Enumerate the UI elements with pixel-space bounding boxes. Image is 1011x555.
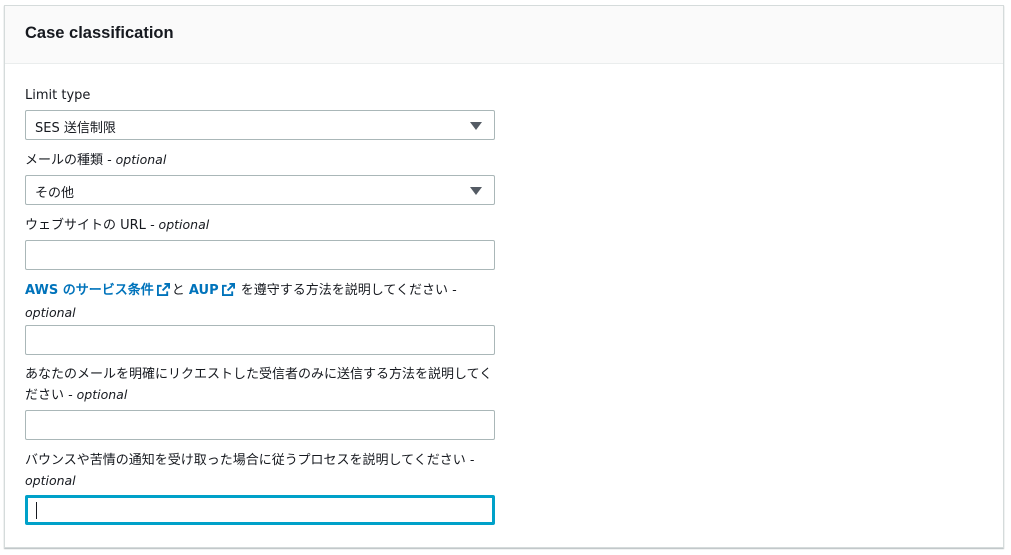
- recipients-label: あなたのメールを明確にリクエストした受信者のみに送信する方法を説明してください …: [25, 365, 495, 406]
- caret-down-icon: [470, 187, 482, 195]
- bounce-label-text: バウンスや苦情の通知を受け取った場合に従うプロセスを説明してください: [25, 453, 466, 468]
- mail-type-label-text: メールの種類: [25, 153, 104, 168]
- aws-service-terms-link[interactable]: AWS のサービス条件: [25, 283, 154, 298]
- limit-type-label-text: Limit type: [25, 88, 91, 103]
- aup-conj: と: [171, 283, 185, 298]
- website-url-input[interactable]: [25, 240, 495, 270]
- limit-type-select[interactable]: SES 送信制限: [25, 110, 495, 140]
- recipients-input[interactable]: [25, 410, 495, 440]
- optional-tag: - optional: [150, 217, 210, 232]
- panel-title: Case classification: [25, 23, 174, 42]
- mail-type-value: その他: [35, 186, 75, 201]
- website-url-label-text: ウェブサイトの URL: [25, 218, 146, 233]
- bounce-label: バウンスや苦情の通知を受け取った場合に従うプロセスを説明してください - opt…: [25, 450, 495, 492]
- panel-header: Case classification: [5, 6, 1003, 64]
- bounce-input[interactable]: [25, 495, 495, 525]
- aup-label-text: を遵守する方法を説明してください: [240, 283, 448, 298]
- aup-label: AWS のサービス条件と AUP を遵守する方法を説明してください - opti…: [25, 280, 495, 324]
- optional-tag: - optional: [68, 387, 128, 402]
- aup-input[interactable]: [25, 325, 495, 355]
- text-cursor: [36, 502, 37, 519]
- limit-type-label: Limit type: [25, 86, 495, 106]
- website-url-label: ウェブサイトの URL - optional: [25, 215, 495, 236]
- caret-down-icon: [470, 122, 482, 130]
- aup-link[interactable]: AUP: [189, 283, 219, 298]
- external-link-icon[interactable]: [156, 283, 170, 303]
- case-classification-panel: Case classification Limit type SES 送信制限 …: [4, 5, 1004, 548]
- mail-type-label: メールの種類 - optional: [25, 150, 495, 171]
- optional-tag: - optional: [107, 152, 167, 167]
- limit-type-value: SES 送信制限: [35, 121, 116, 136]
- external-link-icon[interactable]: [221, 283, 235, 303]
- mail-type-select[interactable]: その他: [25, 175, 495, 205]
